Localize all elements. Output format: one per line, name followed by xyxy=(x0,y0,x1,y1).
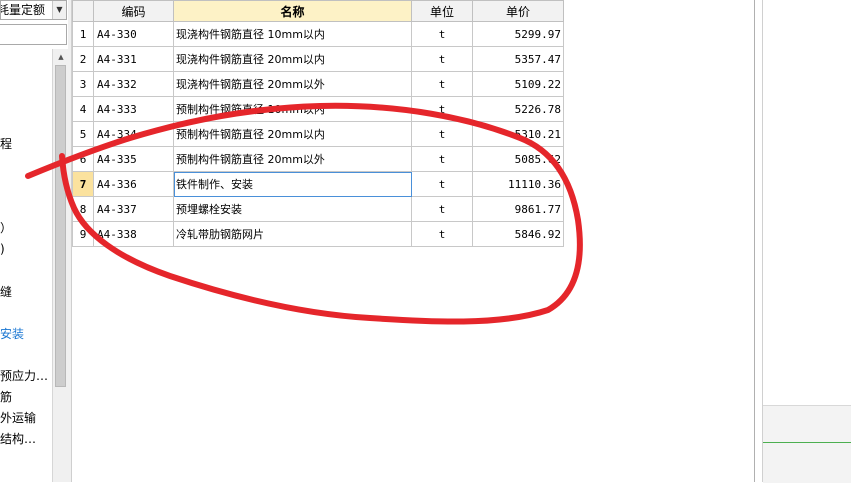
table-header-row: 编码 名称 单位 单价 xyxy=(72,0,564,22)
row-number[interactable]: 5 xyxy=(72,121,94,147)
table-row[interactable]: 6 A4-335 预制构件钢筋直径 20mm以外 t 5085.62 xyxy=(72,146,564,172)
cell-name[interactable]: 预埋螺栓安装 xyxy=(173,196,412,222)
column-header-name[interactable]: 名称 xyxy=(173,0,412,22)
cell-code[interactable]: A4-336 xyxy=(93,171,174,197)
tree-node-selected[interactable]: 安装 xyxy=(0,325,24,343)
cell-code[interactable]: A4-333 xyxy=(93,96,174,122)
right-bottom-panel xyxy=(763,405,851,483)
cell-code[interactable]: A4-332 xyxy=(93,71,174,97)
table-row[interactable]: 3 A4-332 现浇构件钢筋直径 20mm以外 t 5109.22 xyxy=(72,71,564,97)
table-row[interactable]: 9 A4-338 冷轧带肋钢筋网片 t 5846.92 xyxy=(72,221,564,247)
column-header-price[interactable]: 单价 xyxy=(472,0,564,22)
tree-node[interactable]: 程 xyxy=(0,135,12,153)
cell-price[interactable]: 5846.92 xyxy=(472,221,564,247)
cell-unit[interactable]: t xyxy=(411,221,473,247)
cell-price[interactable]: 5226.78 xyxy=(472,96,564,122)
table-row[interactable]: 2 A4-331 现浇构件钢筋直径 20mm以内 t 5357.47 xyxy=(72,46,564,72)
cell-name[interactable]: 现浇构件钢筋直径 10mm以内 xyxy=(173,21,412,47)
quota-tree-panel: 耗量定额 ▼ 程 ） ) 缝 安装 预应力… 筋 外运输 结构… ▲ xyxy=(0,0,69,482)
cell-code[interactable]: A4-334 xyxy=(93,121,174,147)
cell-price[interactable]: 5310.21 xyxy=(472,121,564,147)
cell-code[interactable]: A4-337 xyxy=(93,196,174,222)
scrollbar-thumb[interactable] xyxy=(55,65,66,387)
tree-node[interactable]: 缝 xyxy=(0,283,12,301)
tree-node[interactable]: 预应力… xyxy=(0,367,48,385)
table-row[interactable]: 5 A4-334 预制构件钢筋直径 20mm以内 t 5310.21 xyxy=(72,121,564,147)
cell-unit[interactable]: t xyxy=(411,96,473,122)
cell-name[interactable]: 预制构件钢筋直径 20mm以内 xyxy=(173,121,412,147)
cell-unit[interactable]: t xyxy=(411,171,473,197)
cell-price[interactable]: 5299.97 xyxy=(472,21,564,47)
cell-name[interactable]: 现浇构件钢筋直径 20mm以外 xyxy=(173,71,412,97)
cell-price[interactable]: 5085.62 xyxy=(472,146,564,172)
row-number-header[interactable] xyxy=(72,0,94,22)
cell-code[interactable]: A4-330 xyxy=(93,21,174,47)
scroll-up-icon[interactable]: ▲ xyxy=(53,49,69,65)
tree-node[interactable]: 结构… xyxy=(0,430,36,448)
dropdown-arrow-icon[interactable]: ▼ xyxy=(52,1,66,19)
cell-unit[interactable]: t xyxy=(411,21,473,47)
cell-name[interactable]: 冷轧带肋钢筋网片 xyxy=(173,221,412,247)
cell-name[interactable]: 预制构件钢筋直径 10mm以内 xyxy=(173,96,412,122)
table-row[interactable]: 1 A4-330 现浇构件钢筋直径 10mm以内 t 5299.97 xyxy=(72,21,564,47)
column-header-unit[interactable]: 单位 xyxy=(411,0,473,22)
cell-code[interactable]: A4-338 xyxy=(93,221,174,247)
row-number[interactable]: 8 xyxy=(72,196,94,222)
quota-library-select-value: 耗量定额 xyxy=(0,3,46,17)
quota-grid: 编码 名称 单位 单价 1 A4-330 现浇构件钢筋直径 10mm以内 t 5299.… xyxy=(72,0,754,482)
cell-name[interactable]: 铁件制作、安装 xyxy=(173,171,412,197)
row-number[interactable]: 4 xyxy=(72,96,94,122)
row-number[interactable]: 1 xyxy=(72,21,94,47)
cell-price[interactable]: 9861.77 xyxy=(472,196,564,222)
cell-price[interactable]: 11110.36 xyxy=(472,171,564,197)
cell-code[interactable]: A4-335 xyxy=(93,146,174,172)
tree-node[interactable]: ) xyxy=(0,240,5,258)
row-number[interactable]: 3 xyxy=(72,71,94,97)
cell-unit[interactable]: t xyxy=(411,196,473,222)
tree-node[interactable]: ） xyxy=(0,219,12,237)
tree-node[interactable]: 筋 xyxy=(0,388,12,406)
cell-unit[interactable]: t xyxy=(411,146,473,172)
cell-price[interactable]: 5357.47 xyxy=(472,46,564,72)
table-row[interactable]: 8 A4-337 预埋螺栓安装 t 9861.77 xyxy=(72,196,564,222)
cell-unit[interactable]: t xyxy=(411,71,473,97)
cell-price[interactable]: 5109.22 xyxy=(472,71,564,97)
status-line xyxy=(763,442,851,443)
cell-unit[interactable]: t xyxy=(411,46,473,72)
quota-library-select[interactable]: 耗量定额 ▼ xyxy=(0,0,67,20)
row-number[interactable]: 7 xyxy=(72,171,94,197)
table-row[interactable]: 4 A4-333 预制构件钢筋直径 10mm以内 t 5226.78 xyxy=(72,96,564,122)
row-number[interactable]: 9 xyxy=(72,221,94,247)
cell-unit[interactable]: t xyxy=(411,121,473,147)
cell-code[interactable]: A4-331 xyxy=(93,46,174,72)
tree-search-input[interactable] xyxy=(0,24,67,45)
cell-name[interactable]: 预制构件钢筋直径 20mm以外 xyxy=(173,146,412,172)
row-number[interactable]: 2 xyxy=(72,46,94,72)
row-number[interactable]: 6 xyxy=(72,146,94,172)
table-row[interactable]: 7 A4-336 铁件制作、安装 t 11110.36 xyxy=(72,171,564,197)
quota-tree: 程 ） ) 缝 安装 预应力… 筋 外运输 结构… xyxy=(0,50,52,482)
tree-node[interactable]: 外运输 xyxy=(0,409,36,427)
cell-name[interactable]: 现浇构件钢筋直径 20mm以内 xyxy=(173,46,412,72)
quota-table: 编码 名称 单位 单价 1 A4-330 现浇构件钢筋直径 10mm以内 t 5299.… xyxy=(72,0,564,247)
tree-scrollbar[interactable]: ▲ xyxy=(52,49,69,482)
column-header-code[interactable]: 编码 xyxy=(93,0,174,22)
